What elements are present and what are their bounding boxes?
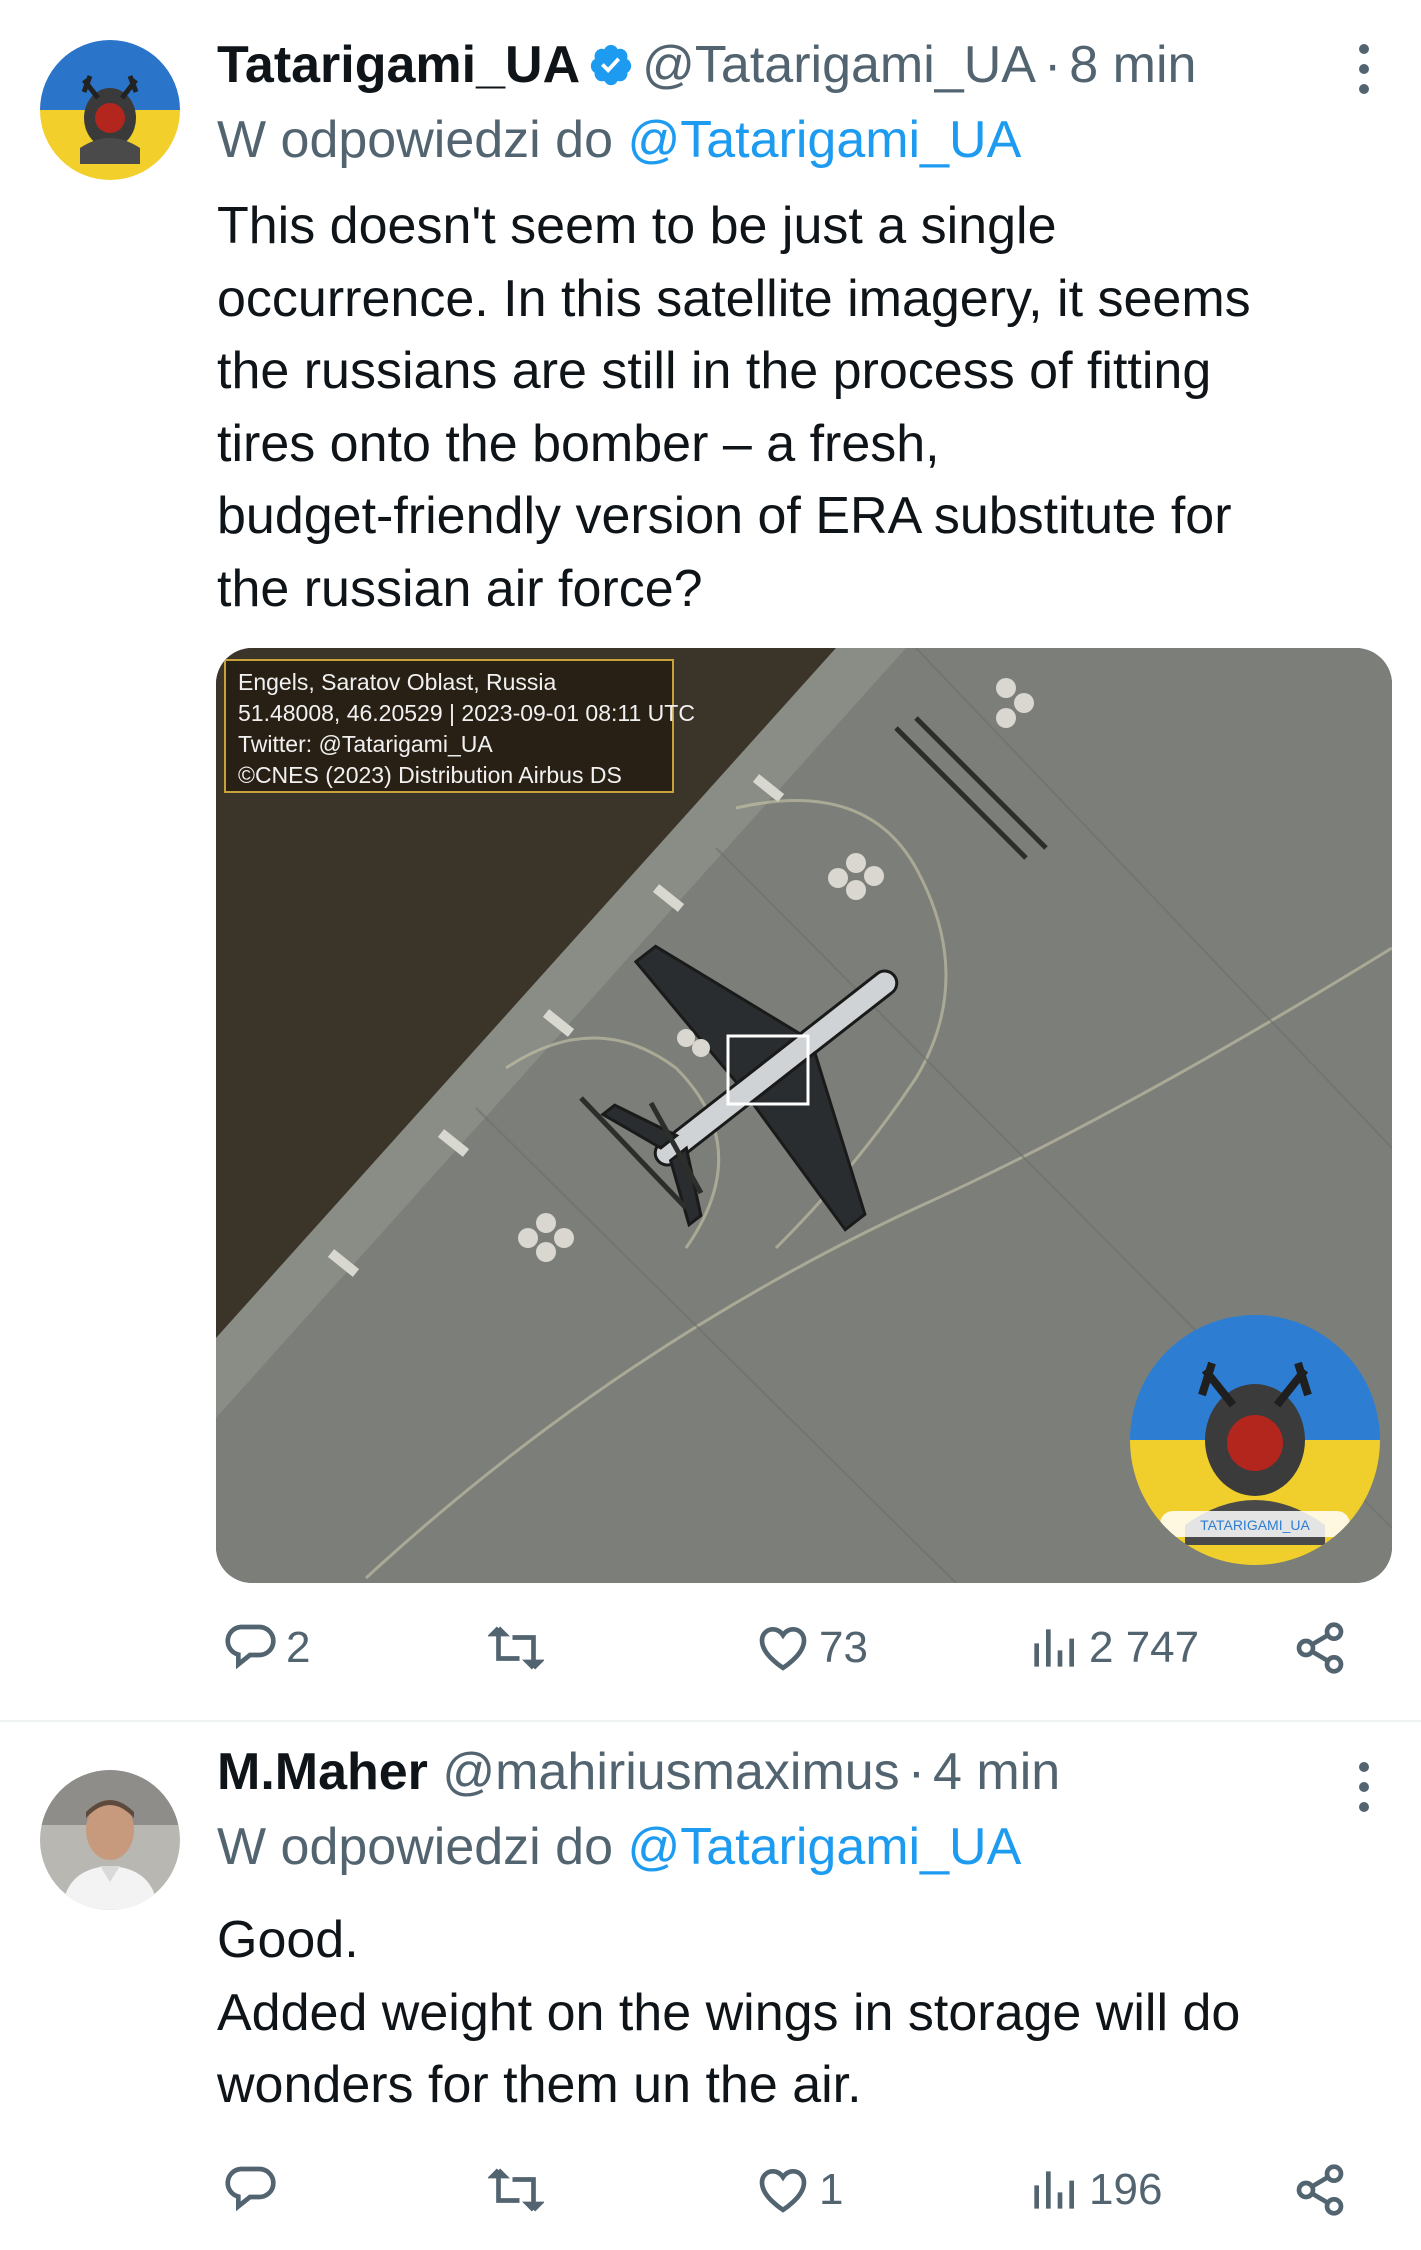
- share-button[interactable]: [1292, 2162, 1348, 2218]
- reply-button[interactable]: 2: [222, 1620, 310, 1676]
- more-options-icon[interactable]: [1357, 44, 1371, 104]
- timestamp[interactable]: 4 min: [933, 1743, 1060, 1801]
- reply-mention-link[interactable]: @Tatarigami_UA: [627, 111, 1021, 169]
- share-button[interactable]: [1292, 1620, 1348, 1676]
- views-count: 2 747: [1089, 1623, 1200, 1672]
- views-icon: [1034, 2171, 1074, 2209]
- tweet-header: M.Maher @mahiriusmaximus · 4 min: [217, 1742, 1060, 1802]
- dot-separator: ·: [907, 1743, 926, 1801]
- handle[interactable]: @Tatarigami_UA: [642, 36, 1036, 94]
- verified-badge-icon: [588, 41, 634, 87]
- display-name[interactable]: Tatarigami_UA: [217, 36, 580, 94]
- like-button[interactable]: 73: [755, 1620, 868, 1676]
- reply-prefix: W odpowiedzi do: [217, 1818, 613, 1876]
- like-icon: [759, 1626, 807, 1671]
- tweet-header: Tatarigami_UA @Tatarigami_UA · 8 min: [217, 35, 1196, 95]
- repost-icon: [488, 1626, 544, 1670]
- like-button[interactable]: 1: [755, 2162, 843, 2218]
- more-options-icon[interactable]: [1357, 1762, 1371, 1822]
- repost-icon: [488, 2168, 544, 2212]
- text-line: the russians are still in the process of…: [217, 342, 1212, 400]
- caption-line: Twitter: @Tatarigami_UA: [238, 731, 493, 757]
- handle[interactable]: @mahiriusmaximus: [442, 1743, 899, 1801]
- tweet-2[interactable]: M.Maher @mahiriusmaximus · 4 min W odpowie…: [0, 1722, 1421, 2250]
- text-line: budget-friendly version of ERA substitut…: [217, 487, 1232, 545]
- tweet-actions: 1 196: [0, 2162, 1421, 2232]
- views-button[interactable]: 2 747: [1025, 1620, 1199, 1676]
- text-line: tires onto the bomber – a fresh,: [217, 414, 940, 473]
- text-line: This doesn't seem to be just a single: [217, 197, 1057, 255]
- watermark-logo: TATARIGAMI_UA: [1130, 1315, 1380, 1565]
- share-icon: [1296, 2164, 1344, 2216]
- text-line: occurrence. In this satellite imagery, i…: [217, 269, 1251, 328]
- views-button[interactable]: 196: [1025, 2162, 1162, 2218]
- dot-separator: ·: [1043, 36, 1062, 94]
- tweet-text: This doesn't seem to be just a single oc…: [217, 190, 1387, 625]
- avatar[interactable]: [40, 40, 180, 180]
- image-caption: Engels, Saratov Oblast, Russia 51.48008,…: [224, 659, 695, 793]
- views-icon: [1034, 1629, 1074, 1667]
- reply-prefix: W odpowiedzi do: [217, 111, 613, 169]
- caption-line: 51.48008, 46.20529 | 2023-09-01 08:11 UT…: [238, 700, 695, 726]
- like-count: 73: [819, 1623, 868, 1672]
- text-line: the russian air force?: [217, 559, 703, 618]
- like-count: 1: [819, 2165, 844, 2214]
- reply-button[interactable]: [222, 2162, 286, 2218]
- caption-line: Engels, Saratov Oblast, Russia: [238, 669, 557, 695]
- text-line: Good.: [217, 1911, 359, 1969]
- repost-button[interactable]: [488, 1620, 552, 1676]
- share-icon: [1296, 1622, 1344, 1674]
- timestamp[interactable]: 8 min: [1069, 36, 1196, 94]
- watermark-text: TATARIGAMI_UA: [1200, 1517, 1310, 1533]
- reply-icon: [225, 2166, 276, 2212]
- reply-context: W odpowiedzi do @Tatarigami_UA: [217, 110, 1021, 170]
- views-count: 196: [1089, 2165, 1163, 2214]
- reply-mention-link[interactable]: @Tatarigami_UA: [627, 1818, 1021, 1876]
- tweet-1[interactable]: Tatarigami_UA @Tatarigami_UA · 8 min W odpo…: [0, 0, 1421, 1720]
- like-icon: [759, 2168, 807, 2213]
- tweet-actions: 2 73 2 747: [0, 1620, 1421, 1690]
- avatar[interactable]: [40, 1770, 180, 1910]
- text-line: Added weight on the wings in storage wil…: [217, 1983, 1241, 2042]
- display-name[interactable]: M.Maher: [217, 1743, 428, 1801]
- repost-button[interactable]: [488, 2162, 552, 2218]
- text-line: wonders for them un the air.: [217, 2056, 862, 2114]
- reply-icon: [225, 1624, 276, 1670]
- reply-count: 2: [286, 1623, 311, 1672]
- caption-line: ©CNES (2023) Distribution Airbus DS: [238, 762, 622, 788]
- reply-context: W odpowiedzi do @Tatarigami_UA: [217, 1817, 1021, 1877]
- tweet-text: Good. Added weight on the wings in stora…: [217, 1904, 1387, 2122]
- media-image[interactable]: Engels, Saratov Oblast, Russia 51.48008,…: [216, 648, 1392, 1583]
